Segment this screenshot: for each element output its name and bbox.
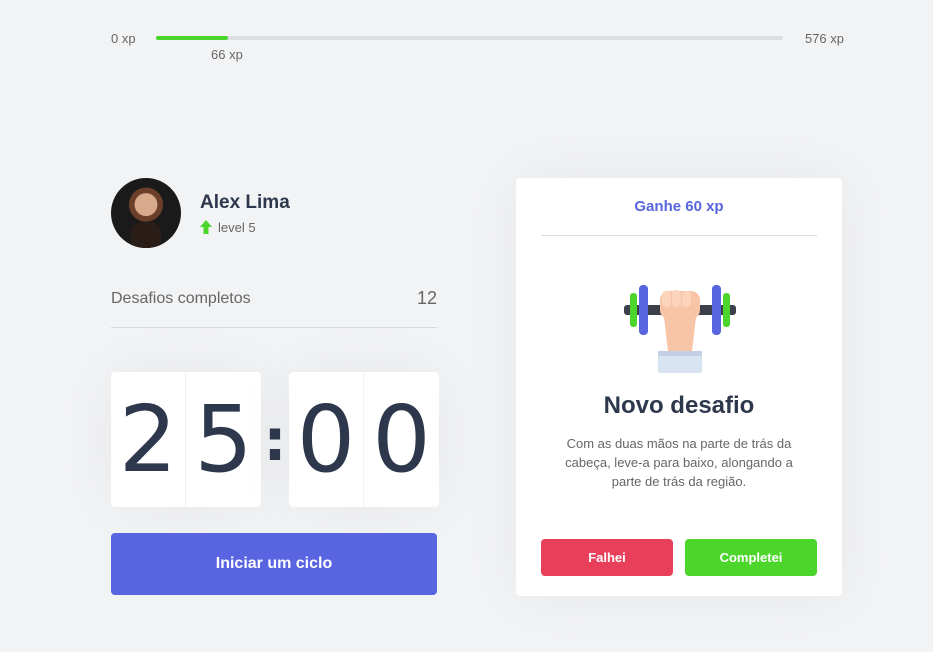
start-cycle-button[interactable]: Iniciar um ciclo: [111, 533, 437, 595]
experience-bar: 0 xp 66 xp 576 xp: [111, 30, 844, 62]
xp-track: [156, 36, 783, 40]
completed-challenges: Desafios completos 12: [111, 288, 437, 328]
minute-tens-digit: 2: [111, 372, 186, 507]
xp-min-label: 0 xp: [111, 31, 136, 46]
countdown: 2 5 : 0 0: [111, 372, 439, 507]
xp-current-label: 66 xp: [211, 47, 243, 62]
xp-max-label: 576 xp: [804, 31, 844, 46]
challenge-description: Com as duas mãos na parte de trás da cab…: [565, 436, 793, 489]
seconds-box: 0 0: [289, 372, 439, 507]
completed-challenges-count: 12: [416, 288, 437, 308]
profile: Alex Lima level 5: [111, 178, 290, 248]
countdown-separator: :: [263, 405, 287, 474]
level-row: level 5: [200, 220, 290, 235]
challenge-title: Novo desafio: [603, 392, 755, 419]
dumbbell-icon: [624, 281, 736, 373]
completed-challenges-label: Desafios completos: [111, 290, 251, 307]
second-units-digit: 0: [372, 386, 431, 493]
profile-name: Alex Lima: [200, 191, 290, 213]
profile-info: Alex Lima level 5: [200, 192, 290, 235]
failed-button[interactable]: Falhei: [541, 539, 673, 576]
challenge-card: Ganhe 60 xp Novo desafio Com as duas mão…: [516, 178, 842, 596]
minute-units-digit: 5: [194, 386, 253, 493]
completed-button[interactable]: Completei: [685, 539, 817, 576]
level-label: level 5: [218, 219, 256, 235]
up-arrow-icon: [200, 220, 212, 234]
challenge-reward: Ganhe 60 xp: [541, 178, 817, 236]
minutes-box: 2 5: [111, 372, 261, 507]
xp-progress-fill: [156, 36, 229, 40]
second-tens-digit: 0: [289, 372, 364, 507]
avatar: [111, 178, 181, 248]
